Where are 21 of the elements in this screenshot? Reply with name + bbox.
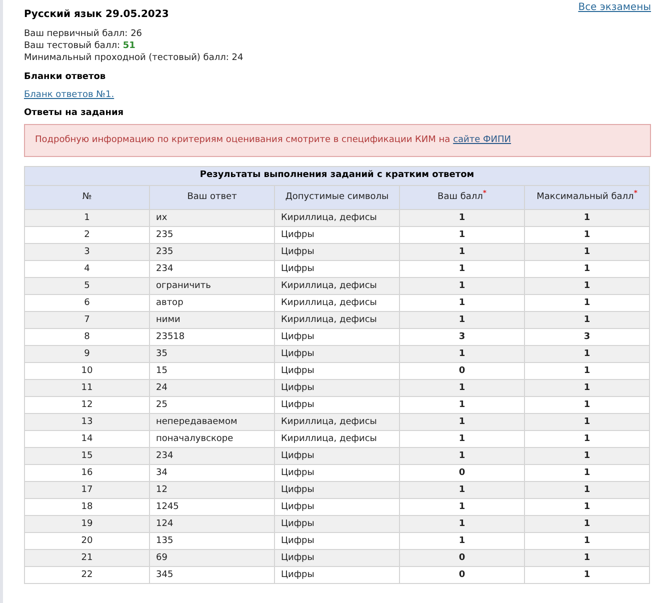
score-line: Ваш первичный балл: 26 <box>24 28 142 40</box>
all-exams-link[interactable]: Все экзамены <box>578 0 651 15</box>
table-cell: Цифры <box>274 566 400 584</box>
score-line: Минимальный проходной (тестовый) балл: 24 <box>24 52 244 64</box>
table-cell: 22 <box>24 566 150 584</box>
column-header: Ваш ответ <box>150 186 274 210</box>
info-notice: Подробную информацию по критериям оценивания смотрите в спецификации КИМ на сайте ФИПИ <box>24 124 651 157</box>
section-heading: Бланки ответов <box>24 71 106 83</box>
table-cell: 1 <box>524 566 650 584</box>
table-cell: 0 <box>400 566 524 584</box>
table-title: Результаты выполнения заданий с кратким ответом <box>24 166 650 186</box>
section-heading: Ответы на задания <box>24 107 124 119</box>
exam-title: Русский язык 29.05.2023 <box>24 8 169 21</box>
column-header: № <box>24 186 150 210</box>
fipi-link[interactable]: сайте ФИПИ <box>453 134 512 145</box>
table-cell: 345 <box>150 566 274 584</box>
answer-form-link[interactable]: Бланк ответов №1. <box>24 89 114 101</box>
score-line: Ваш тестовый балл: 51 <box>24 40 136 52</box>
column-header: Ваш балл$^{*}$ <box>400 186 524 210</box>
column-header: Допустимые символы <box>274 186 400 210</box>
column-header: Максимальный балл$^{*}$ <box>524 186 650 210</box>
